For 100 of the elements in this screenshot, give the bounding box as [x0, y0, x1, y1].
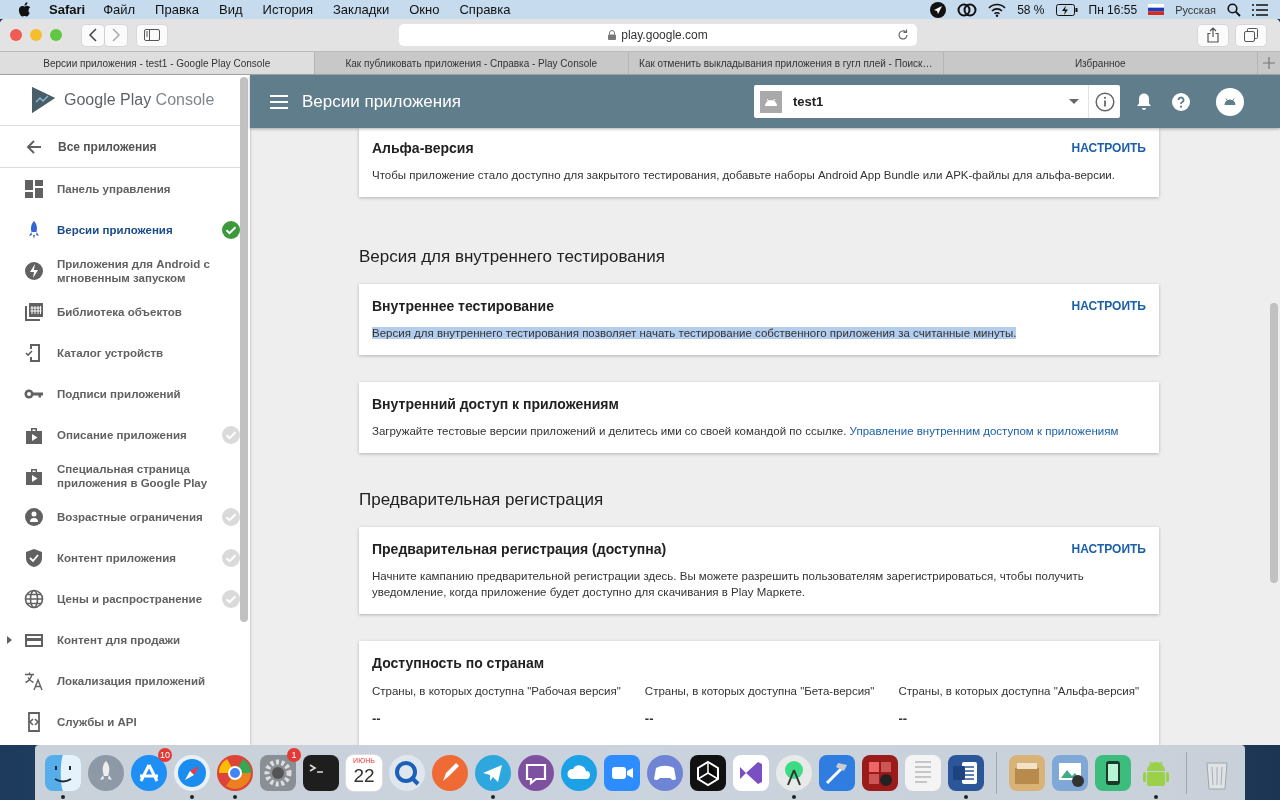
- cloud-icon[interactable]: [560, 753, 598, 792]
- input-source[interactable]: Русская: [1175, 3, 1216, 16]
- wifi-icon[interactable]: [988, 2, 1007, 17]
- sidebar-item[interactable]: Библиотека объектов: [0, 291, 240, 332]
- overlapping-squares-icon: [1244, 28, 1258, 42]
- share-icon: [1207, 27, 1219, 43]
- section-heading: Версия для внутреннего тестирования: [359, 247, 666, 267]
- address-field[interactable]: play.google.com: [399, 24, 917, 46]
- sidebar-item[interactable]: Версии приложения: [0, 209, 240, 250]
- shield-check-icon: [24, 547, 44, 568]
- reload-icon[interactable]: [897, 29, 909, 41]
- section-heading: Предварительная регистрация: [359, 490, 605, 510]
- setup-button[interactable]: НАСТРОИТЬ: [1071, 139, 1146, 157]
- apple-icon[interactable]: [18, 2, 31, 17]
- sidebar-item[interactable]: Контент для продажи: [0, 619, 240, 660]
- app-selector[interactable]: test1: [754, 85, 1120, 118]
- column-label: Страны, в которых доступна "Альфа-версия": [898, 685, 1140, 697]
- video-camera-icon[interactable]: [603, 753, 641, 792]
- sidebar-icon: [144, 29, 160, 41]
- pen-icon[interactable]: [431, 753, 469, 792]
- two-tone-square-icon[interactable]: [44, 753, 82, 792]
- card-description: Загружайте тестовые версии приложений и делитесь ими со своей командой по ссылке. Управление внутренним доступом к приложениям: [372, 424, 1120, 439]
- compass-icon[interactable]: [173, 753, 211, 792]
- sidebar-item[interactable]: Описание приложения: [0, 414, 240, 455]
- sidebar-item[interactable]: Возрастные ограничения: [0, 496, 240, 537]
- bolt-icon: [24, 260, 44, 281]
- sidebar-item[interactable]: Локализация приложений: [0, 660, 240, 701]
- menu-icon[interactable]: [270, 94, 288, 109]
- url-text: play.google.com: [621, 28, 708, 42]
- column-value: --: [898, 711, 909, 726]
- sidebar-item[interactable]: Цены и распространение: [0, 578, 240, 619]
- paper-plane-icon[interactable]: [474, 753, 512, 792]
- calendar-day: 22: [353, 764, 375, 787]
- browser-tab[interactable]: Версии приложения - test1 - Google Play Console: [0, 52, 315, 74]
- back-arrow-icon: [26, 138, 42, 155]
- play-console-logo-icon: [30, 86, 56, 114]
- card-title: Доступность по странам: [372, 655, 545, 671]
- back-button[interactable]: [82, 24, 104, 46]
- battery-charging-icon[interactable]: [1055, 3, 1078, 16]
- menu-item[interactable]: Safari: [49, 2, 86, 17]
- document-icon[interactable]: [947, 753, 985, 792]
- globe-icon: [24, 588, 44, 609]
- photo-viewer-icon[interactable]: [1051, 753, 1089, 792]
- sidebar-item[interactable]: Подписи приложений: [0, 373, 240, 414]
- list-icon[interactable]: [1252, 3, 1268, 16]
- gear-icon[interactable]: [259, 753, 297, 792]
- ring-icon[interactable]: [388, 753, 426, 792]
- card-description: Начните кампанию предварительной регистрации здесь. Вы можете разрешить пользователям зарегистрироваться, чтобы получить уведомление, когда приложение будет доступно для скачивания в Play Маркете.: [372, 569, 1085, 600]
- menu-item[interactable]: Правка: [155, 2, 200, 17]
- expand-arrow-icon[interactable]: [7, 636, 12, 644]
- menu-item[interactable]: Файл: [103, 2, 136, 17]
- card-description: Чтобы приложение стало доступно для закрытого тестирования, добавьте наборы Android App Bundle или APK-файлы для альфа-версии.: [372, 168, 1116, 183]
- crossed-tools-icon[interactable]: [130, 753, 168, 792]
- menu-item[interactable]: Справка: [459, 2, 511, 17]
- close-button[interactable]: [10, 29, 22, 41]
- sidebar-item[interactable]: Панель управления: [0, 168, 240, 209]
- sidebar-item[interactable]: Специальная страница приложения в Google Play: [0, 455, 240, 496]
- terminal-icon[interactable]: [302, 753, 340, 792]
- notification-badge: 10: [158, 748, 172, 762]
- drafting-compass-icon[interactable]: [775, 753, 813, 792]
- help-icon[interactable]: [1172, 92, 1190, 111]
- phone-icon[interactable]: [1094, 753, 1132, 792]
- menu-item[interactable]: Вид: [219, 2, 243, 17]
- cube-icon[interactable]: [689, 753, 727, 792]
- page-title: Версии приложения: [302, 91, 462, 112]
- notification-badge: 1: [287, 748, 301, 762]
- card-title: Предварительная регистрация (доступна): [372, 541, 667, 557]
- setup-button[interactable]: НАСТРОИТЬ: [1071, 297, 1146, 315]
- card-title: Альфа-версия: [372, 140, 474, 156]
- person-badge-icon: [24, 506, 44, 527]
- flag-icon[interactable]: [1148, 4, 1165, 15]
- info-icon[interactable]: [1095, 91, 1115, 112]
- gamepad-icon[interactable]: [646, 753, 684, 792]
- ribbon-icon[interactable]: [732, 753, 770, 792]
- caret-icon: [1069, 99, 1079, 104]
- menu-item[interactable]: Окно: [409, 2, 440, 17]
- notification-bell-icon[interactable]: [1136, 92, 1152, 111]
- share-button[interactable]: [1198, 24, 1228, 46]
- sidebar-item[interactable]: Контент приложения: [0, 537, 240, 578]
- sidebar-item[interactable]: Приложения для Android с мгновенным запуском: [0, 250, 240, 291]
- menu-item[interactable]: Закладки: [333, 2, 390, 17]
- photo-strip-icon[interactable]: [861, 753, 899, 792]
- sidebar-button[interactable]: [137, 24, 167, 46]
- segmented-circle-icon[interactable]: [216, 753, 254, 792]
- menu-clock[interactable]: Пн 16:55: [1088, 2, 1138, 17]
- setup-button[interactable]: НАСТРОИТЬ: [1071, 540, 1146, 558]
- linked-rings-icon[interactable]: [957, 2, 978, 17]
- hammer-icon[interactable]: [818, 753, 856, 792]
- android-avatar-icon: [760, 90, 782, 113]
- access-link[interactable]: Управление внутренним доступом к приложениям: [849, 425, 1119, 437]
- console-logo-text: Google Play Console: [64, 91, 215, 109]
- sidebar-item[interactable]: Службы и API: [0, 701, 240, 742]
- chevron-right-icon: [111, 28, 121, 42]
- search-icon[interactable]: [1227, 2, 1241, 17]
- tabs-overview-button[interactable]: [1236, 24, 1266, 46]
- sidebar-item[interactable]: Каталог устройств: [0, 332, 240, 373]
- phone-bubble-icon[interactable]: [517, 753, 555, 792]
- column-label: Страны, в которых доступна "Бета-версия": [644, 685, 875, 697]
- account-avatar-icon[interactable]: [1216, 87, 1244, 116]
- menu-item[interactable]: История: [262, 2, 313, 17]
